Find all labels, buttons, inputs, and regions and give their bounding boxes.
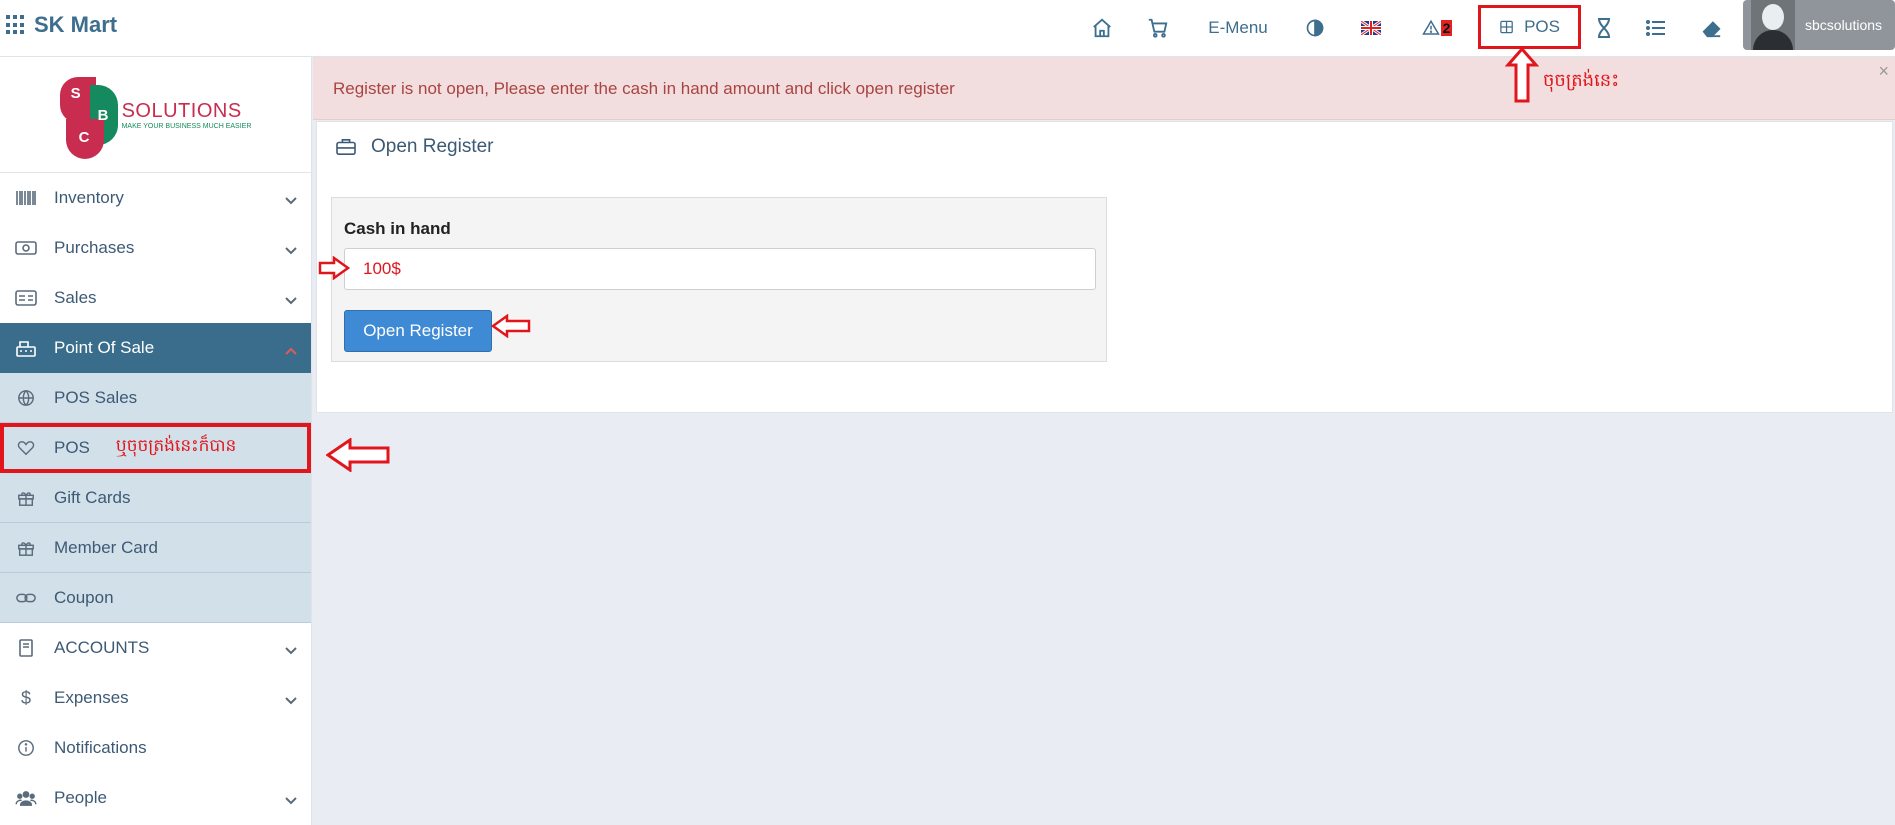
list-icon[interactable] [1645, 10, 1667, 46]
chevron-down-icon [285, 240, 297, 260]
sidebar-item-label: Coupon [54, 587, 114, 607]
close-icon[interactable]: × [1878, 61, 1889, 82]
logo-emblem: S B C [59, 69, 118, 161]
info-icon [14, 739, 38, 757]
sidebar-item-label: Sales [54, 288, 97, 307]
cart-icon[interactable] [1145, 10, 1171, 46]
sidebar-item-people[interactable]: People [0, 773, 311, 823]
annotation-arrow-input [318, 256, 350, 280]
cash-in-hand-label: Cash in hand [344, 219, 451, 238]
chevron-down-icon [285, 790, 297, 810]
logo-area[interactable]: S B C SOLUTIONS MAKE YOUR BUSINESS MUCH … [0, 57, 311, 173]
id-card-icon [14, 290, 38, 306]
sidebar-item-label: Member Card [54, 537, 158, 557]
home-icon[interactable] [1090, 10, 1114, 46]
pos-annotation-note: ឬចុចត្រង់នេះក៏បាន [115, 436, 237, 456]
logo-title: SOLUTIONS [121, 99, 242, 122]
sidebar-item-label: People [54, 788, 107, 807]
pos-top-button[interactable]: POS [1478, 5, 1581, 49]
warning-icon [1421, 19, 1440, 35]
chevron-down-icon [285, 290, 297, 310]
language-flag-icon[interactable] [1360, 10, 1382, 46]
sidebar-item-label: Notifications [54, 738, 147, 757]
sidebar-item-pos-sales[interactable]: POS Sales [0, 373, 311, 423]
sidebar-item-expenses[interactable]: $ Expenses [0, 673, 311, 723]
link-icon [14, 591, 38, 605]
barcode-icon [14, 190, 38, 206]
sidebar-item-coupon[interactable]: Coupon [0, 573, 311, 623]
panel-title-text: Open Register [371, 136, 494, 157]
apps-grid-icon [6, 15, 26, 35]
sidebar-item-label: Inventory [54, 188, 124, 207]
sidebar-item-label: Expenses [54, 688, 129, 707]
chevron-down-icon [285, 690, 297, 710]
sidebar-item-inventory[interactable]: Inventory [0, 173, 311, 223]
chevron-down-icon [285, 190, 297, 210]
app-name: SK Mart [34, 12, 118, 37]
hourglass-icon[interactable] [1593, 10, 1615, 46]
sidebar: S B C SOLUTIONS MAKE YOUR BUSINESS MUCH … [0, 57, 312, 825]
gift-icon [14, 539, 38, 557]
users-icon [14, 790, 38, 806]
annotation-arrow-sidebar [326, 438, 390, 472]
register-closed-alert: Register is not open, Please enter the c… [313, 57, 1895, 120]
open-register-panel: Open Register Cash in hand Open Register [316, 121, 1893, 413]
cash-register-icon [14, 339, 38, 357]
chevron-up-icon [285, 340, 297, 360]
pos-top-label: POS [1524, 17, 1560, 36]
sidebar-item-member-card[interactable]: Member Card [0, 523, 311, 573]
table-icon [1500, 20, 1513, 34]
alert-message: Register is not open, Please enter the c… [333, 79, 955, 98]
annotation-arrow-button [491, 314, 531, 338]
brand[interactable]: SK Mart [6, 12, 117, 38]
panel-title: Open Register [335, 136, 494, 158]
sidebar-item-point-of-sale[interactable]: Point Of Sale [0, 323, 311, 373]
register-form: Cash in hand Open Register [331, 197, 1107, 362]
sidebar-item-label: Point Of Sale [54, 338, 155, 357]
sidebar-item-accounts[interactable]: ACCOUNTS [0, 623, 311, 673]
sidebar-item-label: ACCOUNTS [54, 638, 150, 657]
top-annotation-note: ចុចត្រង់នេះ [1543, 70, 1620, 91]
eraser-icon[interactable] [1700, 10, 1724, 46]
gift-icon [14, 489, 38, 507]
sidebar-item-label: Gift Cards [54, 487, 131, 507]
alerts-button[interactable]: 2 [1417, 10, 1457, 46]
user-menu[interactable]: sbcsolutions [1743, 0, 1895, 50]
book-icon [14, 639, 38, 657]
sidebar-item-label: POS Sales [54, 387, 138, 407]
dollar-icon: $ [20, 687, 31, 708]
emenu-link[interactable]: E-Menu [1200, 10, 1276, 46]
globe-icon [14, 389, 38, 407]
theme-toggle-icon[interactable] [1303, 10, 1327, 46]
top-navbar: SK Mart E-Menu 2 POS sbcsolutions [0, 0, 1895, 57]
alert-count-badge: 2 [1440, 20, 1453, 36]
username: sbcsolutions [1805, 17, 1883, 33]
sidebar-menu: Inventory Purchases Sales Point Of Sale … [0, 173, 311, 823]
money-icon [14, 240, 38, 256]
sidebar-item-gift-cards[interactable]: Gift Cards [0, 473, 311, 523]
sidebar-item-sales[interactable]: Sales [0, 273, 311, 323]
cash-in-hand-input[interactable] [344, 248, 1096, 290]
sidebar-item-notifications[interactable]: Notifications [0, 723, 311, 773]
sidebar-item-purchases[interactable]: Purchases [0, 223, 311, 273]
briefcase-icon [336, 138, 356, 156]
avatar [1751, 0, 1795, 50]
chevron-down-icon [285, 640, 297, 660]
annotation-arrow-top [1505, 47, 1539, 103]
sidebar-item-label: POS [54, 437, 90, 457]
sidebar-item-pos[interactable]: POS ឬចុចត្រង់នេះក៏បាន [0, 423, 311, 473]
company-logo: S B C SOLUTIONS MAKE YOUR BUSINESS MUCH … [59, 69, 252, 161]
heart-icon [14, 440, 38, 456]
sidebar-item-label: Purchases [54, 238, 135, 257]
logo-tagline: MAKE YOUR BUSINESS MUCH EASIER [121, 122, 252, 130]
open-register-button[interactable]: Open Register [344, 310, 492, 352]
